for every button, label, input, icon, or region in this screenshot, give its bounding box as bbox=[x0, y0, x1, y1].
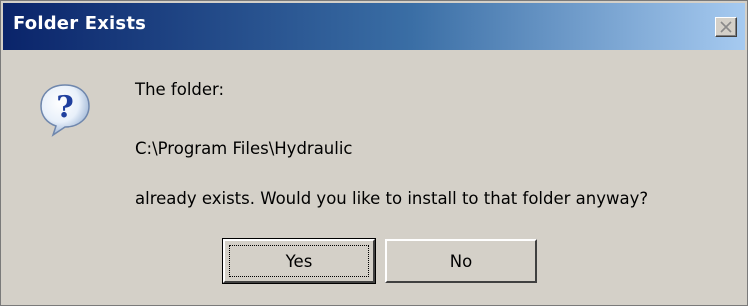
no-button[interactable]: No bbox=[385, 239, 537, 283]
folder-exists-dialog: Folder Exists ? The folder: C:\Program F… bbox=[0, 0, 748, 306]
folder-path: C:\Program Files\Hydraulic bbox=[135, 139, 353, 158]
close-icon bbox=[720, 21, 732, 33]
message-line-3: already exists. Would you like to instal… bbox=[135, 189, 649, 208]
message-line-1: The folder: bbox=[135, 80, 225, 99]
no-label: No bbox=[449, 251, 473, 271]
title-bar[interactable]: Folder Exists bbox=[3, 3, 745, 50]
yes-button[interactable]: Yes bbox=[222, 238, 376, 284]
question-icon: ? bbox=[37, 81, 93, 137]
close-button[interactable] bbox=[715, 17, 737, 37]
svg-text:?: ? bbox=[56, 90, 74, 125]
dialog-title: Folder Exists bbox=[13, 13, 147, 34]
yes-label: Yes bbox=[285, 251, 313, 271]
